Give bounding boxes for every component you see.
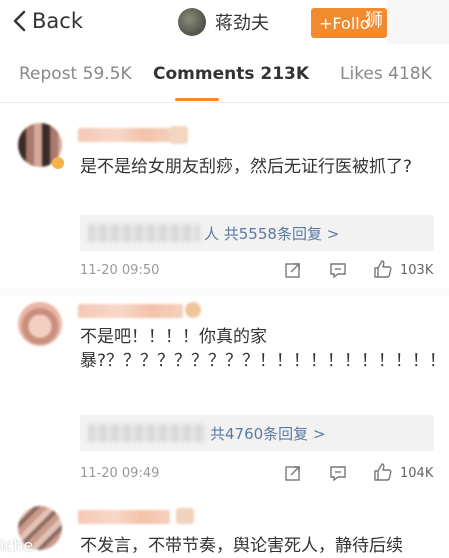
verified-badge-icon (52, 157, 64, 169)
comment-text: 是不是给女朋友刮痧，然后无证行医被抓了? (80, 157, 413, 177)
like-count: 103K (400, 263, 434, 278)
comment-item: 是不是给女朋友刮痧，然后无证行医被抓了? 人 共5558条回复 > 11-20 … (0, 103, 449, 288)
reply-author-blur (88, 224, 200, 242)
active-tab-indicator (175, 98, 219, 101)
comment-icon[interactable] (329, 261, 347, 279)
watermark-text: iche (0, 536, 34, 555)
comment-time: 11-20 09:49 (80, 466, 160, 481)
user-level-icon (185, 302, 201, 318)
username[interactable] (78, 304, 183, 318)
chevron-left-icon (13, 10, 26, 32)
comment-text: 不发言，不带节奏，舆论害死人，静待后续 (80, 536, 403, 556)
comment-time: 11-20 09:50 (80, 263, 160, 278)
header-overflow-area (387, 0, 449, 44)
avatar[interactable] (18, 302, 62, 346)
like-icon[interactable] (373, 462, 393, 482)
tab-bar: Repost 59.5K Comments 213K Likes 418K (0, 44, 449, 103)
username[interactable] (78, 510, 170, 524)
like-icon[interactable] (373, 259, 393, 279)
back-button[interactable]: Back (12, 9, 83, 33)
reply-count-link[interactable]: 人 共5558条回复 > (204, 223, 339, 244)
user-level-icon (176, 508, 194, 524)
comment-item: 不是吧！！！！你真的家暴?？？？？？？？？？！！！！！！！！！！！！ 共4760… (0, 288, 449, 494)
share-icon[interactable] (284, 261, 302, 279)
user-level-icon (170, 126, 188, 144)
comment-icon[interactable] (329, 464, 347, 482)
like-count: 104K (400, 466, 434, 481)
profile-title[interactable]: 蒋劲夫 (178, 8, 269, 36)
avatar[interactable] (178, 8, 206, 36)
top-bar: Back 蒋劲夫 +Follo 狮 (0, 0, 449, 44)
comment-text: 不是吧！！！！你真的家暴?？？？？？？？？？！！！！！！！！！！！！ (80, 327, 449, 371)
comment-item: 不发言，不带节奏，舆论害死人，静待后续 (0, 494, 449, 558)
reply-count-link[interactable]: 共4760条回复 > (210, 423, 326, 444)
reply-summary[interactable]: 人 共5558条回复 > (80, 215, 434, 251)
tab-repost[interactable]: Repost 59.5K (19, 64, 132, 84)
reply-summary[interactable]: 共4760条回复 > (80, 415, 434, 451)
tab-likes[interactable]: Likes 418K (340, 64, 432, 84)
back-label: Back (32, 9, 83, 33)
reply-author-blur (88, 424, 206, 442)
username[interactable] (78, 128, 173, 142)
share-icon[interactable] (284, 464, 302, 482)
tab-comments[interactable]: Comments 213K (153, 64, 309, 84)
page-title: 蒋劲夫 (215, 13, 269, 34)
watermark-text: 狮 (365, 10, 383, 31)
